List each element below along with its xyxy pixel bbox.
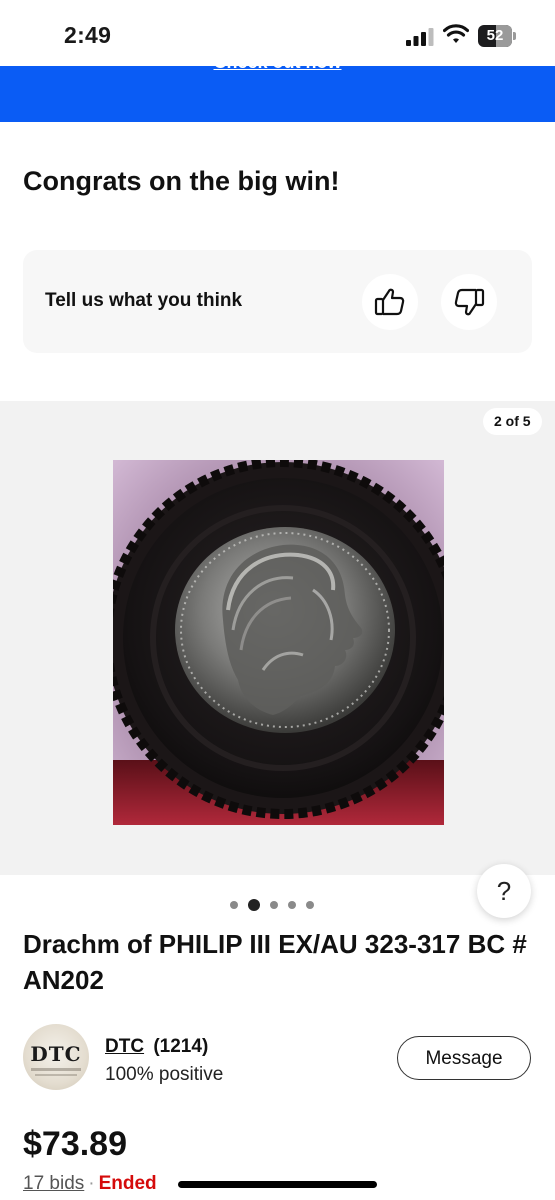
seller-name-link[interactable]: DTC xyxy=(105,1036,144,1057)
bids-link[interactable]: 17 bids xyxy=(23,1173,84,1194)
seller-positive-rate: 100% positive xyxy=(105,1064,224,1085)
status-time: 2:49 xyxy=(64,22,112,48)
seller-avatar-logo: DTC xyxy=(30,1042,82,1066)
item-price: $73.89 xyxy=(23,1125,127,1163)
message-button[interactable]: Message xyxy=(397,1036,531,1080)
wifi-icon xyxy=(443,24,469,43)
thumbs-up-icon xyxy=(374,288,405,316)
item-title: Drachm of PHILIP III EX/AU 323-317 BC # … xyxy=(23,929,527,995)
feedback-card: Tell us what you think xyxy=(23,250,532,353)
seller-info: DTC (1214) xyxy=(105,1036,208,1058)
thumbs-down-button[interactable] xyxy=(441,274,497,330)
congrats-heading: Congrats on the big win! xyxy=(23,166,340,196)
thumbs-up-button[interactable] xyxy=(362,274,418,330)
bid-status-line: 17 bids · Ended xyxy=(23,1173,157,1195)
separator: · xyxy=(88,1173,95,1194)
listing-status: Ended xyxy=(98,1173,157,1194)
help-button[interactable]: ? xyxy=(477,864,531,918)
gallery-pagination xyxy=(230,897,324,913)
thumbs-down-icon xyxy=(454,288,485,316)
pagination-dot[interactable] xyxy=(306,901,314,909)
seller-avatar[interactable]: DTC xyxy=(23,1024,89,1090)
checkout-banner[interactable]: Check out now xyxy=(0,52,555,122)
home-indicator[interactable] xyxy=(178,1181,377,1188)
coin-photo[interactable] xyxy=(113,460,444,825)
seller-feedback-score: (1214) xyxy=(153,1036,209,1057)
pagination-dot[interactable] xyxy=(230,901,238,909)
battery-level: 52 xyxy=(486,27,504,44)
battery-icon: 52 xyxy=(478,25,518,47)
pagination-dot[interactable] xyxy=(270,901,278,909)
checkout-link[interactable]: Check out now xyxy=(0,52,555,73)
pagination-dot[interactable] xyxy=(288,901,296,909)
pagination-dot-active[interactable] xyxy=(248,899,260,911)
signal-icon xyxy=(406,28,434,46)
feedback-prompt: Tell us what you think xyxy=(45,290,243,311)
image-counter-badge: 2 of 5 xyxy=(483,408,542,435)
